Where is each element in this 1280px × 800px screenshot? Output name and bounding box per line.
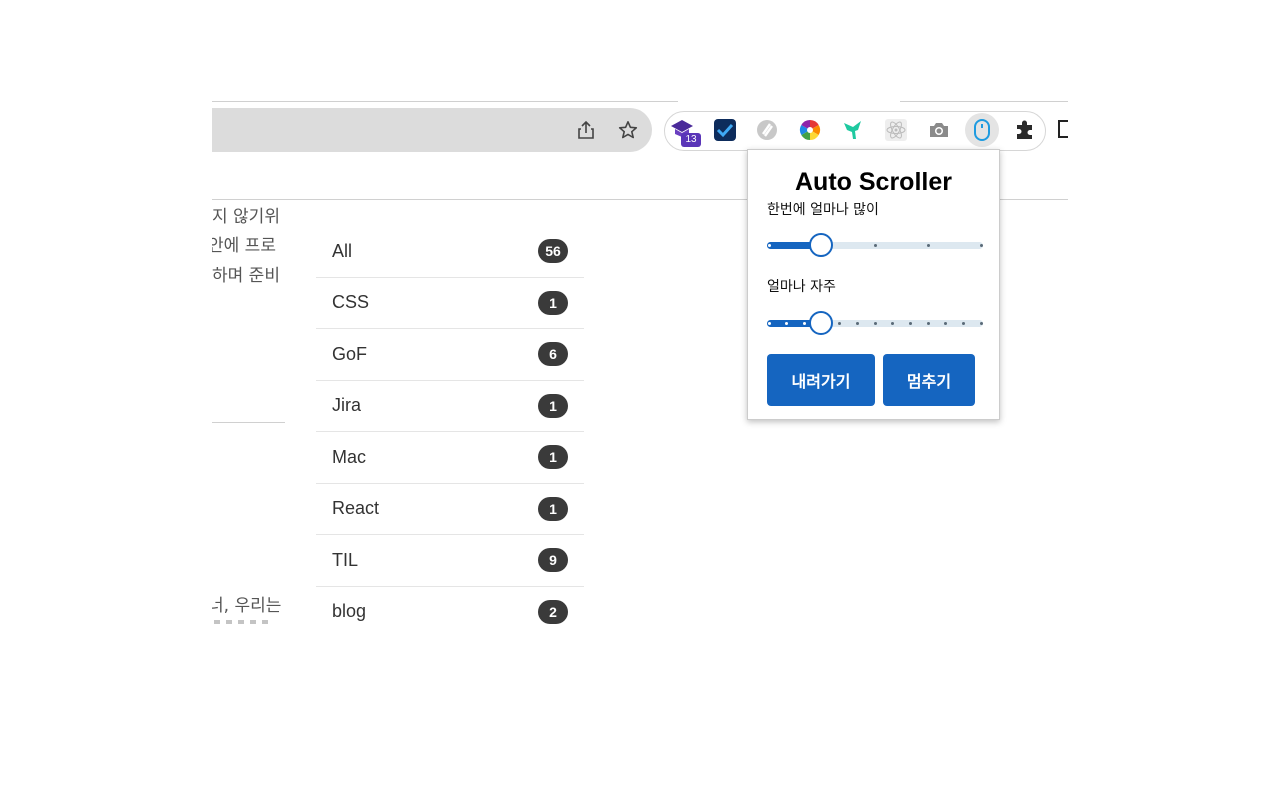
tag-label: React [332, 498, 380, 519]
react-icon[interactable] [883, 117, 909, 143]
slider-step-dot [926, 322, 930, 325]
tag-count-badge: 1 [538, 445, 568, 470]
frequency-label: 얼마나 자주 [767, 279, 836, 295]
tag-label: CSS [332, 292, 370, 313]
star-icon[interactable] [618, 120, 638, 140]
bird-icon[interactable] [840, 117, 866, 143]
tag-count-badge: 1 [538, 393, 568, 418]
color-wheel-icon[interactable] [797, 117, 823, 143]
tag-count-badge: 9 [538, 548, 568, 573]
slider-step-dot [873, 244, 877, 247]
tag-label: blog [332, 601, 367, 622]
background-text-partial [214, 620, 274, 624]
slider-step-dot [767, 244, 771, 247]
camera-icon[interactable] [926, 117, 952, 143]
tag-row-react[interactable]: React 1 [316, 484, 584, 535]
tag-count-badge: 1 [538, 496, 568, 521]
background-text: 안에 프로 [212, 236, 276, 256]
slider-step-dot [855, 322, 859, 325]
tag-row-all[interactable]: All 56 [316, 226, 584, 278]
frequency-slider[interactable] [767, 311, 983, 335]
slider-thumb[interactable] [809, 311, 833, 335]
tag-row-css[interactable]: CSS 1 [316, 278, 584, 329]
tag-label: Jira [332, 395, 362, 416]
slider-step-dot [767, 322, 771, 325]
tag-row-til[interactable]: TIL 9 [316, 535, 584, 587]
tag-row-mac[interactable]: Mac 1 [316, 432, 584, 484]
stop-button[interactable]: 멈추기 [883, 354, 975, 406]
slider-step-dot [926, 244, 930, 247]
slider-step-dot [979, 322, 983, 325]
tag-label: All [332, 240, 353, 261]
tag-count-badge: 6 [538, 342, 568, 367]
slider-step-dot [802, 322, 806, 325]
tag-label: Mac [332, 446, 367, 467]
share-icon[interactable] [576, 120, 596, 140]
sidebar-toggle-icon[interactable] [1058, 120, 1068, 138]
auto-scroller-popup: Auto Scroller 한번에 얼마나 많이 얼마나 자주 내려가기 멈추기 [747, 149, 1000, 420]
s-circle-icon[interactable] [754, 117, 780, 143]
amount-label: 한번에 얼마나 많이 [767, 202, 879, 218]
background-text: 너, 우리는 [212, 596, 282, 616]
tag-row-gof[interactable]: GoF 6 [316, 329, 584, 381]
slider-step-dot [873, 322, 877, 325]
mouse-icon[interactable] [965, 113, 999, 147]
tag-count-badge: 56 [538, 239, 568, 264]
puzzle-icon[interactable] [1012, 117, 1038, 143]
slider-step-dot [961, 322, 965, 325]
amount-slider[interactable] [767, 233, 983, 257]
toolbar-top-border-right [900, 101, 1068, 102]
tag-list: All 56 CSS 1 GoF 6 Jira 1 Mac 1 React 1 TIL 9 b… [316, 226, 584, 624]
address-bar[interactable] [212, 108, 652, 152]
checkmark-icon[interactable] [712, 117, 738, 143]
tag-count-badge: 2 [538, 599, 568, 624]
tag-label: GoF [332, 343, 368, 364]
slider-step-dot [979, 244, 983, 247]
tag-row-blog[interactable]: blog 2 [316, 587, 584, 625]
popup-title: Auto Scroller [795, 168, 952, 196]
slider-thumb[interactable] [809, 233, 833, 257]
toolbar-top-border [212, 101, 678, 102]
scroll-down-button[interactable]: 내려가기 [767, 354, 875, 406]
content-divider [212, 422, 285, 423]
background-text: 지 않기위 [212, 207, 280, 227]
background-text: 하며 준비 [212, 266, 280, 286]
extension-badge: 13 [681, 133, 701, 147]
tag-row-jira[interactable]: Jira 1 [316, 381, 584, 432]
tag-label: TIL [332, 549, 359, 570]
slider-step-dot [908, 322, 912, 325]
tag-count-badge: 1 [538, 290, 568, 315]
